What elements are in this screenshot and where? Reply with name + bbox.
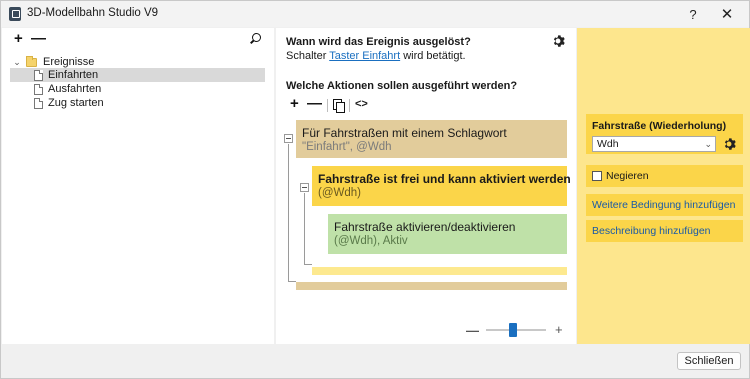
zoom-in-button[interactable]: + [555, 322, 563, 337]
tree-connector [288, 144, 289, 282]
close-button[interactable]: Schließen [677, 352, 741, 370]
block-title: Fahrstraße aktivieren/deaktivieren [334, 220, 516, 234]
folder-icon [26, 55, 37, 67]
zoom-out-button[interactable]: — [466, 323, 479, 338]
block-subtitle: "Einfahrt", @Wdh [302, 141, 392, 153]
remove-event-button[interactable]: — [31, 31, 46, 46]
events-tree-pane: + — ⌄ Ereignisse Einfahrten Ausfahrten Z… [2, 28, 274, 344]
action-block-footer [296, 282, 567, 290]
window-title: 3D-Modellbahn Studio V9 [27, 7, 159, 19]
trigger-prefix: Schalter [286, 50, 330, 62]
gear-icon[interactable] [551, 34, 565, 48]
action-block-route-free-condition[interactable]: Fahrstraße ist frei und kann aktiviert w… [312, 166, 571, 206]
action-block-for-each-route[interactable]: Für Fahrstraßen mit einem Schlagwort "Ei… [296, 120, 567, 158]
route-parameter-card: Fahrstraße (Wiederholung) Wdh ⌄ [586, 114, 743, 154]
event-editor-pane: Wann wird das Ereignis ausgelöst? Schalt… [276, 28, 576, 344]
tree-connector [304, 264, 312, 265]
tree-item-label: Zug starten [48, 97, 104, 109]
add-action-button[interactable]: + [290, 96, 299, 111]
block-subtitle: (@Wdh), Aktiv [334, 235, 408, 247]
add-condition-link[interactable]: Weitere Bedingung hinzufügen [592, 199, 735, 211]
action-block-activate-route[interactable]: Fahrstraße aktivieren/deaktivieren (@Wdh… [328, 214, 567, 254]
properties-pane: Fahrstraße (Wiederholung) Wdh ⌄ Negieren… [577, 28, 750, 344]
tree-item-zug-starten[interactable]: Zug starten [10, 96, 265, 110]
collapse-toggle[interactable] [284, 134, 293, 143]
close-window-button[interactable]: ✕ [707, 1, 747, 27]
add-event-button[interactable]: + [14, 31, 23, 46]
title-bar: 3D-Modellbahn Studio V9 ? ✕ [1, 1, 749, 27]
route-parameter-label: Fahrstraße (Wiederholung) [592, 120, 727, 132]
remove-action-button[interactable]: — [307, 96, 322, 111]
gear-icon[interactable] [722, 137, 736, 151]
dialog-footer: Schließen [1, 344, 749, 378]
actions-toolbar: + — <> [290, 96, 410, 113]
trigger-question: Wann wird das Ereignis ausgelöst? [286, 36, 471, 48]
document-icon [34, 97, 43, 109]
variable-select[interactable]: Wdh ⌄ [592, 136, 716, 152]
actions-question: Welche Aktionen sollen ausgeführt werden… [286, 80, 518, 92]
app-logo-icon [9, 7, 21, 21]
tree-connector [288, 281, 296, 282]
tree-root-ereignisse[interactable]: ⌄ Ereignisse [12, 55, 94, 69]
add-description-card[interactable]: Beschreibung hinzufügen [586, 220, 743, 242]
tree-root-label: Ereignisse [43, 56, 95, 68]
trigger-suffix: wird betätigt. [400, 50, 466, 62]
document-icon [34, 83, 43, 95]
trigger-link[interactable]: Taster Einfahrt [329, 50, 400, 62]
chevron-down-icon: ⌄ [704, 139, 712, 149]
action-block-footer [312, 267, 567, 275]
tree-item-ausfahrten[interactable]: Ausfahrten [10, 82, 265, 96]
app-window: 3D-Modellbahn Studio V9 ? ✕ + — ⌄ Ereign… [0, 0, 750, 379]
copy-icon[interactable] [333, 99, 345, 113]
tree-item-label: Einfahrten [48, 69, 99, 81]
search-icon[interactable] [249, 33, 261, 45]
block-title: Für Fahrstraßen mit einem Schlagwort [302, 126, 507, 140]
toolbar-divider [349, 99, 350, 112]
tree-connector [304, 193, 305, 265]
negate-checkbox[interactable] [592, 171, 602, 181]
block-title: Fahrstraße ist frei und kann aktiviert w… [318, 172, 571, 186]
add-condition-card[interactable]: Weitere Bedingung hinzufügen [586, 194, 743, 216]
tree-item-label: Ausfahrten [48, 83, 102, 95]
collapse-toggle[interactable] [300, 183, 309, 192]
chevron-down-icon[interactable]: ⌄ [12, 57, 22, 67]
add-description-link[interactable]: Beschreibung hinzufügen [592, 225, 711, 237]
code-view-button[interactable]: <> [355, 98, 368, 110]
block-subtitle: (@Wdh) [318, 187, 361, 199]
events-toolbar: + — [2, 28, 274, 52]
negate-option[interactable]: Negieren [586, 165, 743, 187]
trigger-description: Schalter Taster Einfahrt wird betätigt. [286, 50, 466, 62]
negate-label: Negieren [606, 170, 649, 182]
document-icon [34, 69, 43, 81]
tree-item-einfahrten[interactable]: Einfahrten [10, 68, 265, 82]
variable-select-value: Wdh [597, 138, 619, 150]
zoom-slider-thumb[interactable] [509, 323, 517, 337]
toolbar-divider [327, 99, 328, 112]
